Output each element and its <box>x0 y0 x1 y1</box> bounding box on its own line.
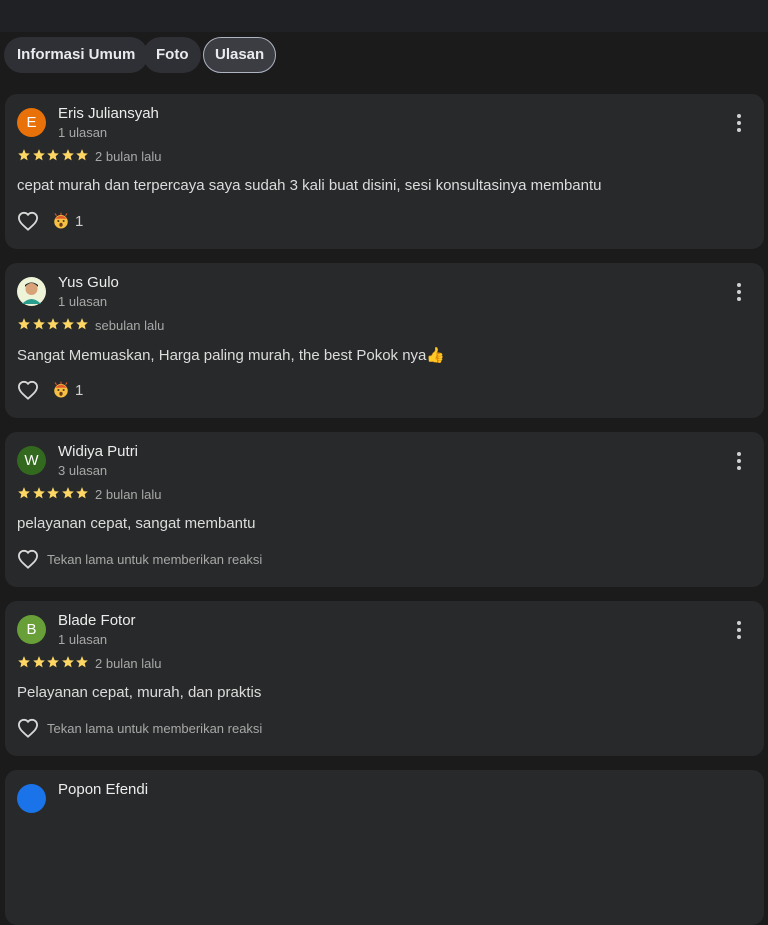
star-icon <box>61 656 74 668</box>
star-icon <box>76 318 88 330</box>
review-date: sebulan lalu <box>95 318 165 333</box>
review-text: pelayanan cepat, sangat membantu <box>17 515 256 532</box>
review-text: Sangat Memuaskan, Harga paling murah, th… <box>17 347 446 364</box>
review-text: cepat murah dan terpercaya saya sudah 3 … <box>17 177 602 194</box>
reviewer-name[interactable]: Blade Fotor <box>58 612 136 629</box>
reviewer-name[interactable]: Widiya Putri <box>58 443 138 460</box>
tab-bar: Informasi Umum Foto Ulasan <box>0 32 768 80</box>
review-count: 1 ulasan <box>58 294 108 309</box>
review-card[interactable]: W Widiya Putri 3 ulasan 2 bulan lalu pelayan… <box>5 432 764 587</box>
reaction-count: 1 <box>75 382 84 399</box>
reaction-hint: Tekan lama untuk memberikan reaksi <box>47 552 263 567</box>
review-count: 1 ulasan <box>58 125 108 140</box>
review-card[interactable]: Popon Efendi <box>5 770 764 925</box>
heart-icon[interactable] <box>17 549 39 574</box>
reviewer-name[interactable]: Eris Juliansyah <box>58 105 159 122</box>
star-icon <box>18 318 30 330</box>
star-icon <box>76 487 88 499</box>
heart-icon[interactable] <box>17 718 39 743</box>
reaction-hint: Tekan lama untuk memberikan reaksi <box>47 721 263 736</box>
avatar[interactable] <box>17 784 46 813</box>
star-icon <box>18 656 30 668</box>
review-card[interactable]: Yus Gulo 1 ulasan sebulan lalu Sangat Memua… <box>5 263 764 418</box>
star-icon <box>32 318 45 330</box>
star-rating <box>17 655 90 669</box>
star-icon <box>18 149 30 161</box>
mind-blown-emoji-icon[interactable] <box>52 212 70 235</box>
star-icon <box>61 149 74 161</box>
star-icon <box>47 487 59 499</box>
star-icon <box>32 656 45 668</box>
heart-icon[interactable] <box>17 380 39 405</box>
review-date: 2 bulan lalu <box>95 149 162 164</box>
star-icon <box>47 149 59 161</box>
star-rating <box>17 486 90 500</box>
mind-blown-emoji-icon[interactable] <box>52 381 70 404</box>
review-card[interactable]: B Blade Fotor 1 ulasan 2 bulan lalu Pelayana… <box>5 601 764 756</box>
star-rating <box>17 148 90 162</box>
avatar[interactable]: E <box>17 108 46 137</box>
tab-foto[interactable]: Foto <box>143 37 202 73</box>
review-count: 3 ulasan <box>58 463 108 478</box>
star-icon <box>32 149 45 161</box>
star-rating <box>17 317 90 331</box>
more-options-icon[interactable] <box>734 621 744 641</box>
star-icon <box>61 318 74 330</box>
tab-ulasan[interactable]: Ulasan <box>203 37 277 73</box>
star-icon <box>47 318 59 330</box>
star-icon <box>76 656 88 668</box>
more-options-icon[interactable] <box>734 283 744 303</box>
reaction-count: 1 <box>75 213 84 230</box>
avatar[interactable]: B <box>17 615 46 644</box>
reviewer-name[interactable]: Yus Gulo <box>58 274 119 291</box>
reviewer-name[interactable]: Popon Efendi <box>58 781 148 798</box>
review-text: Pelayanan cepat, murah, dan praktis <box>17 684 262 701</box>
avatar[interactable] <box>17 277 46 306</box>
star-icon <box>76 149 88 161</box>
avatar[interactable]: W <box>17 446 46 475</box>
star-icon <box>32 487 45 499</box>
status-bar <box>0 0 768 32</box>
heart-icon[interactable] <box>17 211 39 236</box>
star-icon <box>61 487 74 499</box>
review-date: 2 bulan lalu <box>95 487 162 502</box>
star-icon <box>18 487 30 499</box>
tab-informasi-umum[interactable]: Informasi Umum <box>4 37 149 73</box>
review-date: 2 bulan lalu <box>95 656 162 671</box>
more-options-icon[interactable] <box>734 452 744 472</box>
star-icon <box>47 656 59 668</box>
review-card[interactable]: E Eris Juliansyah 1 ulasan 2 bulan lalu cepa… <box>5 94 764 249</box>
review-count: 1 ulasan <box>58 632 108 647</box>
more-options-icon[interactable] <box>734 114 744 134</box>
